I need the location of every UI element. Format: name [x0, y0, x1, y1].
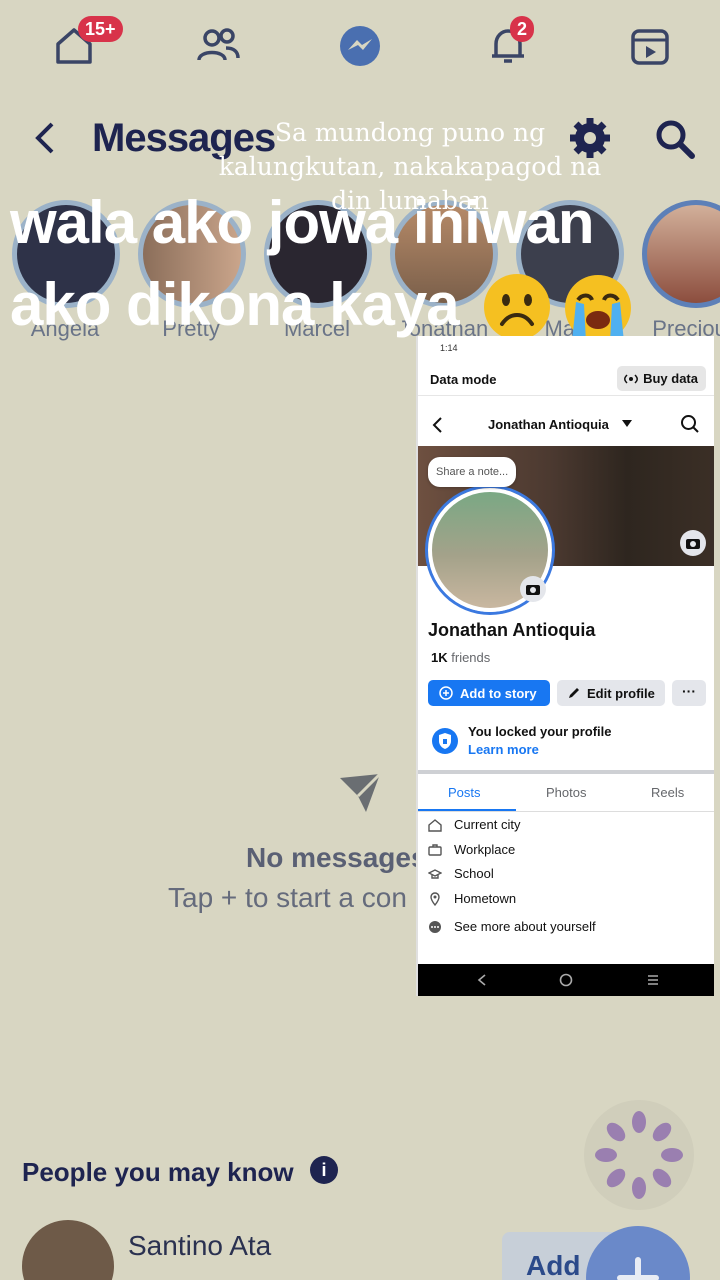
recents-nav-icon[interactable]: [646, 973, 660, 987]
buy-data-label: Buy data: [643, 371, 698, 386]
about-label: School: [454, 866, 494, 881]
empty-state-title: No messages: [246, 842, 427, 873]
profile-header-name[interactable]: Jonathan Antioquia: [488, 417, 609, 432]
story-avatar[interactable]: [642, 200, 720, 308]
empty-state-subtitle: Tap + to start a con: [168, 882, 407, 913]
back-arrow-icon[interactable]: [30, 118, 60, 158]
notifications-icon[interactable]: 2: [484, 16, 535, 70]
profile-name: Jonathan Antioquia: [428, 620, 596, 640]
friends-number: 1K: [431, 650, 448, 665]
friends-icon[interactable]: [194, 22, 242, 70]
search-icon[interactable]: [650, 114, 698, 162]
location-pin-icon: [430, 892, 440, 906]
share-note-bubble[interactable]: Share a note...: [428, 457, 517, 487]
search-icon[interactable]: [680, 414, 700, 434]
add-to-story-button[interactable]: Add to story: [428, 680, 550, 706]
suggested-person-name[interactable]: Santino Ata: [128, 1230, 271, 1262]
notifications-badge: 2: [510, 16, 535, 42]
frowning-face-icon: [482, 272, 552, 342]
about-label: See more about yourself: [454, 919, 596, 934]
learn-more-link[interactable]: Learn more: [468, 742, 539, 757]
avatar[interactable]: [22, 1220, 114, 1280]
profile-screenshot-inset: 1:14 Data mode Buy data Jonathan Antioqu…: [416, 336, 714, 996]
home-icon: [428, 819, 442, 832]
back-arrow-icon[interactable]: [430, 416, 444, 434]
graduation-cap-icon: [428, 869, 442, 879]
home-icon[interactable]: 15+: [50, 16, 123, 70]
active-tab-indicator: [418, 809, 516, 811]
add-to-story-label: Add to story: [460, 686, 537, 701]
home-badge: 15+: [78, 16, 123, 42]
overlay-caption-line1: wala ako jowa iniwan: [10, 189, 595, 256]
about-label: Workplace: [454, 842, 516, 857]
tab-reels[interactable]: Reels: [651, 785, 684, 800]
shield-lock-icon: [432, 728, 458, 754]
camera-icon[interactable]: [680, 530, 706, 556]
info-icon[interactable]: i: [310, 1156, 338, 1184]
overlay-caption-line2: ako dikona kaya: [10, 271, 460, 338]
plus-circle-icon: [439, 686, 453, 700]
home-nav-icon[interactable]: [559, 973, 573, 987]
briefcase-icon: [428, 844, 442, 856]
status-bar: 1:14: [418, 336, 714, 362]
profile-tabs: Posts Photos Reels: [418, 776, 714, 812]
new-message-button[interactable]: [586, 1226, 690, 1280]
profile-header-bar: Jonathan Antioquia: [418, 404, 714, 444]
about-label: Current city: [454, 817, 521, 832]
top-nav: 15+ 2: [0, 0, 720, 95]
edit-profile-label: Edit profile: [587, 686, 655, 701]
section-divider: [418, 770, 714, 774]
back-nav-icon[interactable]: [476, 973, 488, 987]
people-you-may-know-heading: People you may know: [22, 1157, 294, 1187]
caret-down-icon[interactable]: [622, 420, 632, 428]
tab-photos[interactable]: Photos: [546, 785, 586, 800]
data-mode-bar: Data mode Buy data: [418, 362, 714, 396]
loading-spinner: [584, 1100, 694, 1210]
antenna-icon: [624, 374, 639, 384]
more-options-button[interactable]: ···: [672, 680, 706, 706]
video-icon[interactable]: [626, 22, 674, 70]
buy-data-button[interactable]: Buy data: [617, 366, 706, 391]
about-label: Hometown: [454, 891, 517, 906]
camera-icon[interactable]: [520, 576, 546, 602]
crying-face-icon: [562, 272, 634, 344]
more-dots-icon: [429, 921, 441, 933]
tab-posts[interactable]: Posts: [448, 785, 481, 800]
paper-plane-icon: [336, 768, 384, 816]
pencil-icon: [569, 688, 579, 698]
android-nav-bar: [418, 964, 714, 996]
data-mode-label: Data mode: [430, 372, 497, 387]
locked-profile-text: You locked your profile: [468, 724, 612, 739]
edit-profile-button[interactable]: Edit profile: [557, 680, 665, 706]
messenger-icon[interactable]: [336, 22, 384, 70]
status-time: 1:14: [440, 343, 458, 353]
friends-count[interactable]: 1K friends: [431, 650, 490, 665]
friends-label: friends: [451, 650, 491, 665]
